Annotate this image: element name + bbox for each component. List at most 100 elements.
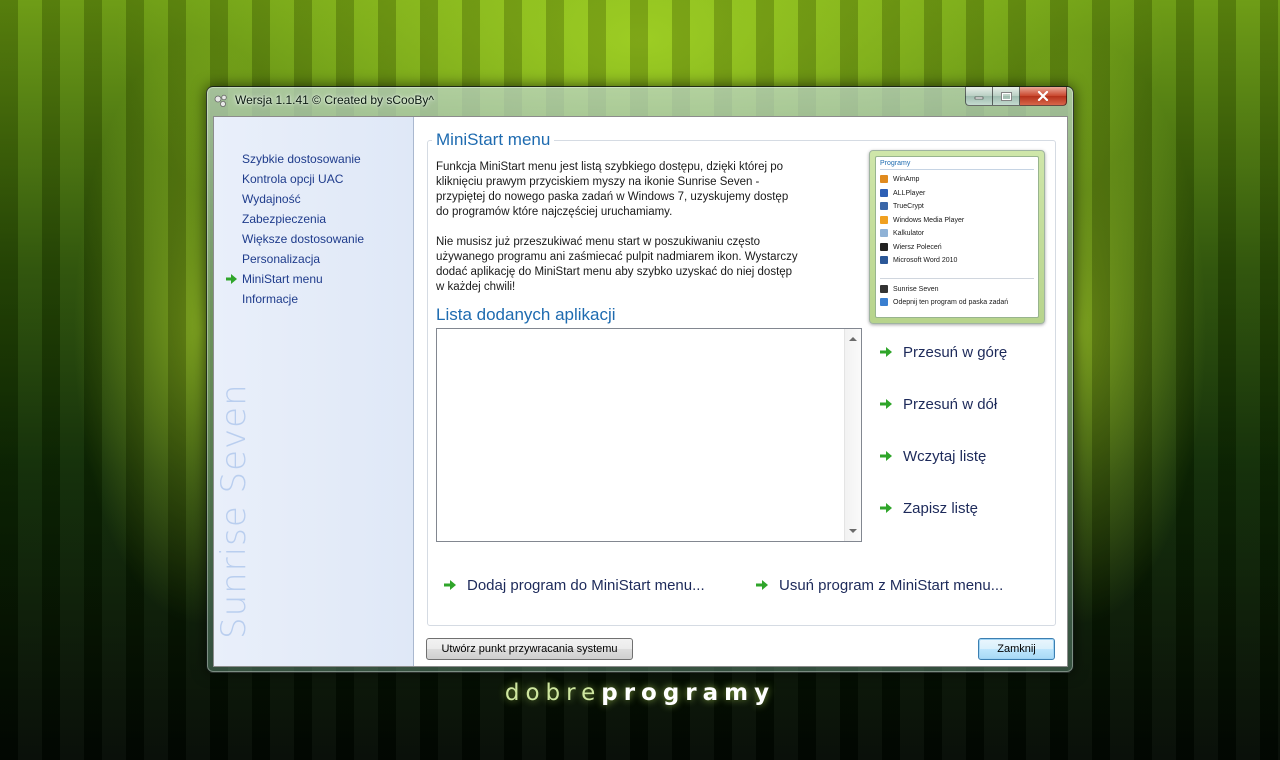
preview-header: Programy: [880, 160, 911, 167]
green-arrow-icon: [444, 580, 456, 590]
description-line: przypiętej do nowego paska zadań w Windo…: [436, 191, 789, 203]
preview-divider: [880, 169, 1034, 170]
preview-item-label: WinAmp: [893, 176, 920, 183]
sidebar-item-personalizacja[interactable]: Personalizacja: [214, 249, 413, 269]
green-arrow-icon: [880, 451, 892, 461]
sunrise-seven-icon: [880, 285, 888, 294]
title-bar[interactable]: Wersja 1.1.41 © Created by sCooBy^: [207, 87, 1073, 115]
main-panel: MiniStart menu Funkcja MiniStart menu je…: [414, 117, 1067, 666]
maximize-button[interactable]: [993, 87, 1020, 106]
move-down-label: Przesuń w dół: [903, 395, 998, 413]
preview-item: TrueCrypt: [880, 201, 924, 213]
green-arrow-icon: [880, 347, 892, 357]
green-arrow-icon: [756, 580, 768, 590]
close-button[interactable]: Zamknij: [978, 638, 1055, 660]
preview-item-label: Wiersz Poleceń: [893, 244, 942, 251]
preview-item: Microsoft Word 2010: [880, 255, 957, 267]
preview-item: Kalkulator: [880, 228, 924, 240]
app-window: Wersja 1.1.41 © Created by sCooBy^ Szybk…: [206, 86, 1074, 673]
preview-item-label: Odepnij ten program od paska zadań: [893, 299, 1009, 306]
sidebar-item-ministart-menu[interactable]: MiniStart menu: [214, 269, 413, 289]
sidebar-item-label: Personalizacja: [242, 252, 321, 266]
listbox-scrollbar[interactable]: [844, 329, 861, 541]
description-paragraph-2: Nie musisz już przeszukiwać menu start w…: [436, 235, 836, 295]
sidebar-item-label: Informacje: [242, 292, 299, 306]
truecrypt-icon: [880, 202, 888, 211]
sidebar-item-informacje[interactable]: Informacje: [214, 289, 413, 309]
window-title: Wersja 1.1.41 © Created by sCooBy^: [235, 93, 435, 107]
preview-footer-item: Odepnij ten program od paska zadań: [880, 297, 1008, 309]
page-title: MiniStart menu: [432, 130, 555, 150]
green-arrow-icon: [880, 399, 892, 409]
save-list-label: Zapisz listę: [903, 499, 979, 517]
brand-light-text: dobre: [504, 680, 602, 706]
move-up-button[interactable]: Przesuń w górę: [879, 341, 1007, 363]
sidebar-item-label: Kontrola opcji UAC: [242, 172, 344, 186]
preview-menu: Programy WinAmp ALLPlayer TrueCrypt Wind…: [875, 156, 1039, 318]
sidebar-item-label: MiniStart menu: [242, 272, 323, 286]
scroll-down-icon[interactable]: [849, 529, 857, 533]
active-arrow-icon: [226, 274, 237, 284]
scroll-up-icon[interactable]: [849, 337, 857, 341]
minimize-icon: [974, 96, 984, 100]
sidebar-item-wieksze-dostosowanie[interactable]: Większe dostosowanie: [214, 229, 413, 249]
load-list-button[interactable]: Wczytaj listę: [879, 445, 986, 467]
maximize-icon: [1000, 91, 1012, 101]
sidebar-item-kontrola-uac[interactable]: Kontrola opcji UAC: [214, 169, 413, 189]
close-icon: [1037, 91, 1049, 101]
preview-item: Windows Media Player: [880, 215, 964, 227]
load-list-label: Wczytaj listę: [903, 447, 987, 465]
preview-item-label: Sunrise Seven: [893, 286, 939, 293]
caption-buttons: [965, 87, 1067, 106]
word-icon: [880, 256, 888, 265]
preview-item-label: Microsoft Word 2010: [893, 257, 958, 264]
media-player-icon: [880, 216, 888, 225]
preview-footer-item: Sunrise Seven: [880, 284, 939, 296]
sidebar-item-label: Szybkie dostosowanie: [242, 152, 361, 166]
winamp-icon: [880, 175, 888, 184]
description-line: używanego programu ani zaśmiecać pulpit …: [436, 251, 798, 263]
remove-program-label: Usuń program z MiniStart menu...: [779, 576, 1004, 594]
sidebar-item-szybkie-dostosowanie[interactable]: Szybkie dostosowanie: [214, 149, 413, 169]
description-line: Nie musisz już przeszukiwać menu start w…: [436, 236, 761, 248]
ministart-preview: Programy WinAmp ALLPlayer TrueCrypt Wind…: [869, 150, 1045, 324]
create-restore-point-button[interactable]: Utwórz punkt przywracania systemu: [426, 638, 633, 660]
preview-item: ALLPlayer: [880, 188, 925, 200]
brand-logo: dobreprogramy: [0, 680, 1280, 706]
list-title: Lista dodanych aplikacji: [432, 305, 620, 325]
brand-bold-text: programy: [601, 680, 776, 706]
sidebar-item-label: Większe dostosowanie: [242, 232, 365, 246]
sidebar-nav: Szybkie dostosowanie Kontrola opcji UAC …: [214, 149, 413, 309]
description-paragraph-1: Funkcja MiniStart menu jest listą szybki…: [436, 160, 836, 220]
description-line: kliknięciu prawym przyciskiem myszy na i…: [436, 176, 760, 188]
sidebar-item-wydajnosc[interactable]: Wydajność: [214, 189, 413, 209]
preview-item-label: Kalkulator: [893, 230, 925, 237]
add-program-button[interactable]: Dodaj program do MiniStart menu...: [443, 574, 705, 596]
sidebar-item-zabezpieczenia[interactable]: Zabezpieczenia: [214, 209, 413, 229]
description-line: w każdej chwili!: [436, 281, 516, 293]
close-window-button[interactable]: [1020, 87, 1067, 106]
window-client-area: Szybkie dostosowanie Kontrola opcji UAC …: [213, 116, 1068, 667]
preview-item: Wiersz Poleceń: [880, 242, 942, 254]
preview-item: WinAmp: [880, 174, 919, 186]
remove-program-button[interactable]: Usuń program z MiniStart menu...: [755, 574, 1003, 596]
sidebar-watermark: Sunrise Seven: [214, 383, 254, 639]
save-list-button[interactable]: Zapisz listę: [879, 497, 978, 519]
preview-separator: [880, 278, 1034, 279]
description-line: dodać aplikację do MiniStart menu aby sz…: [436, 266, 793, 278]
unpin-icon: [880, 298, 888, 307]
sidebar-item-label: Wydajność: [242, 192, 301, 206]
move-down-button[interactable]: Przesuń w dół: [879, 393, 997, 415]
calculator-icon: [880, 229, 888, 238]
sidebar-item-label: Zabezpieczenia: [242, 212, 327, 226]
description-line: Funkcja MiniStart menu jest listą szybki…: [436, 161, 784, 173]
applications-listbox[interactable]: [436, 328, 862, 542]
preview-item-label: TrueCrypt: [893, 203, 924, 210]
minimize-button[interactable]: [965, 87, 993, 106]
allplayer-icon: [880, 189, 888, 198]
move-up-label: Przesuń w górę: [903, 343, 1008, 361]
command-prompt-icon: [880, 243, 888, 252]
app-icon: [214, 94, 227, 107]
green-arrow-icon: [880, 503, 892, 513]
preview-item-label: ALLPlayer: [893, 190, 926, 197]
